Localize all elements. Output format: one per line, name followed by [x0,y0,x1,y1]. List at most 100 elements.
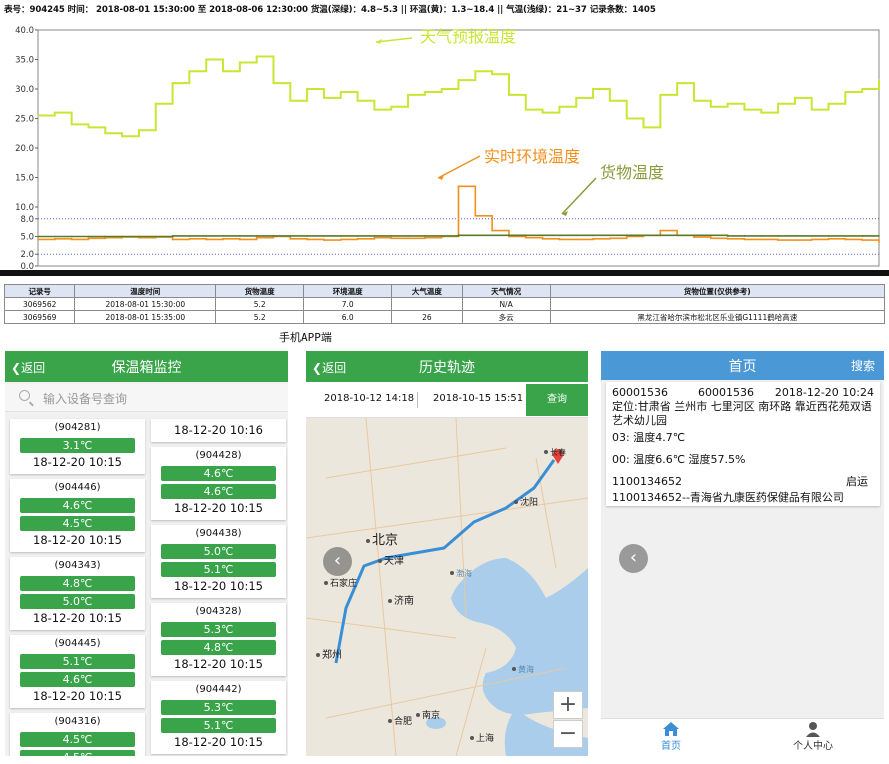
data-point [726,238,729,240]
update-time: 18-12-20 10:15 [33,689,122,703]
city-dot [514,500,518,504]
temperature-badge: 4.8℃ [20,576,135,591]
data-point [760,235,763,237]
data-point [878,241,880,244]
device-card[interactable]: (904442) 5.3℃ 5.1℃ 18-12-20 10:15 [151,681,286,754]
device-card[interactable]: (904428) 4.6℃ 4.6℃ 18-12-20 10:15 [151,447,286,520]
device-search[interactable]: 输入设备号查询 [5,384,288,412]
search-button[interactable]: 搜索 [851,357,875,374]
data-point [222,235,224,237]
series-annotation: 天气预报温度 [420,27,516,46]
zoom-out-button[interactable]: − [553,720,583,748]
data-point [171,82,174,84]
data-point [255,235,258,237]
data-point [87,237,90,240]
data-point [222,70,224,73]
city-dot [470,736,474,740]
data-point [609,237,611,240]
data-point [693,234,695,237]
data-point [659,234,662,237]
query-button[interactable]: 查询 [526,384,588,416]
data-point [710,237,712,240]
device-card[interactable]: (904316) 4.5℃ 4.5℃ [10,713,145,756]
search-input[interactable]: 输入设备号查询 [43,390,127,407]
table-cell: 5.2 [215,297,305,311]
device-card[interactable]: (904343) 4.8℃ 5.0℃ 18-12-20 10:15 [10,557,145,630]
data-point [239,238,241,241]
data-point [810,235,813,237]
device-card[interactable]: 18-12-20 10:16 [151,419,286,442]
data-point [138,129,140,132]
temperature-badge: 4.5℃ [20,516,135,531]
track-map[interactable]: 北京天津石家庄济南郑州 沈阳 长春合肥南京上海 渤海黄海 [306,418,588,756]
prev-button[interactable]: ‹ [323,547,352,576]
device-info-card[interactable]: 60001536 60001536 2018-12-20 10:24 定位:甘肃省 … [606,382,880,506]
city-dot [316,653,320,657]
table-cell: 2018-08-01 15:30:00 [74,297,217,311]
y-tick-label: 25.0 [15,115,34,125]
date-range: 2018-10-12 14:18 2018-10-15 15:51 查询 [306,382,588,418]
data-point [171,235,174,237]
end-date-field[interactable]: 2018-10-15 15:51 [433,393,523,404]
city-label: 合肥 [394,715,412,727]
data-point [457,234,460,237]
data-point [373,236,376,239]
data-point [491,73,493,76]
data-point [440,88,443,90]
data-point [541,111,544,114]
data-point [861,239,863,241]
temperature-badge: 5.3℃ [161,622,276,637]
series-annotation: 实时环境温度 [484,147,580,166]
table-cell: 5.2 [215,310,305,324]
column-header: 环境温度 [303,284,393,298]
update-time: 18-12-20 10:15 [174,735,263,749]
data-point [474,234,477,237]
update-time: 18-12-20 10:15 [33,611,122,625]
data-point [642,126,645,129]
device-card[interactable]: (904438) 5.0℃ 5.1℃ 18-12-20 10:15 [151,525,286,598]
data-point [339,91,342,93]
data-point [592,234,594,237]
device-card[interactable]: (904281) 3.1℃ 18-12-20 10:15 [10,419,145,474]
device-card[interactable]: (904446) 4.6℃ 4.5℃ 18-12-20 10:15 [10,479,145,552]
column-header: 货物位置(仅供参考) [549,284,886,298]
data-point [239,61,241,64]
table-row[interactable]: 3069562 2018-08-01 15:30:00 5.2 7.0 N/A [3,297,886,311]
track-panel: ❮返回 历史轨迹 2018-10-12 14:18 2018-10-15 15:… [306,351,588,756]
device-id: (904328) [195,606,242,617]
device-id: (904281) [54,422,101,433]
data-point [676,234,678,237]
data-point [205,58,207,61]
data-point [356,238,359,240]
data-point [508,234,510,237]
data-point [693,236,695,238]
start-date-field[interactable]: 2018-10-12 14:18 [324,393,414,404]
data-point [54,238,56,240]
data-point [306,88,308,90]
device-card[interactable]: (904328) 5.3℃ 4.8℃ 18-12-20 10:15 [151,603,286,676]
city-label: 石家庄 [330,577,357,589]
data-point [743,108,746,111]
device-card[interactable]: (904445) 5.1℃ 4.6℃ 18-12-20 10:15 [10,635,145,708]
order-number: 1100134652 [612,475,682,488]
record-table: 记录号 温度时间 货物温度 环境温度 大气温度 天气情况 货物位置(仅供参考) 306956… [3,284,886,324]
zoom-in-button[interactable]: + [553,691,583,719]
tab-home[interactable]: 首页 [631,721,711,752]
data-point [659,94,662,96]
tab-user-center[interactable]: 个人中心 [773,721,853,752]
update-time: 18-12-20 10:15 [33,533,122,547]
data-point [760,111,763,114]
data-point [87,235,90,238]
city-label: 长春 [550,447,566,457]
table-row[interactable]: 3069569 2018-08-01 15:35:00 5.2 6.0 26 多云 黑龙江省… [3,310,886,324]
data-point [844,238,847,241]
data-point [440,235,443,237]
prev-button[interactable]: ‹ [619,544,648,573]
chart-bottom-bar [0,270,889,276]
temperature-badge: 5.0℃ [20,594,135,609]
temperature-chart: 0.02.05.08.010.015.020.025.030.035.040.0… [0,0,889,276]
data-point [255,236,258,239]
city-dot [512,667,516,671]
data-point [222,238,224,240]
data-point [625,117,628,120]
